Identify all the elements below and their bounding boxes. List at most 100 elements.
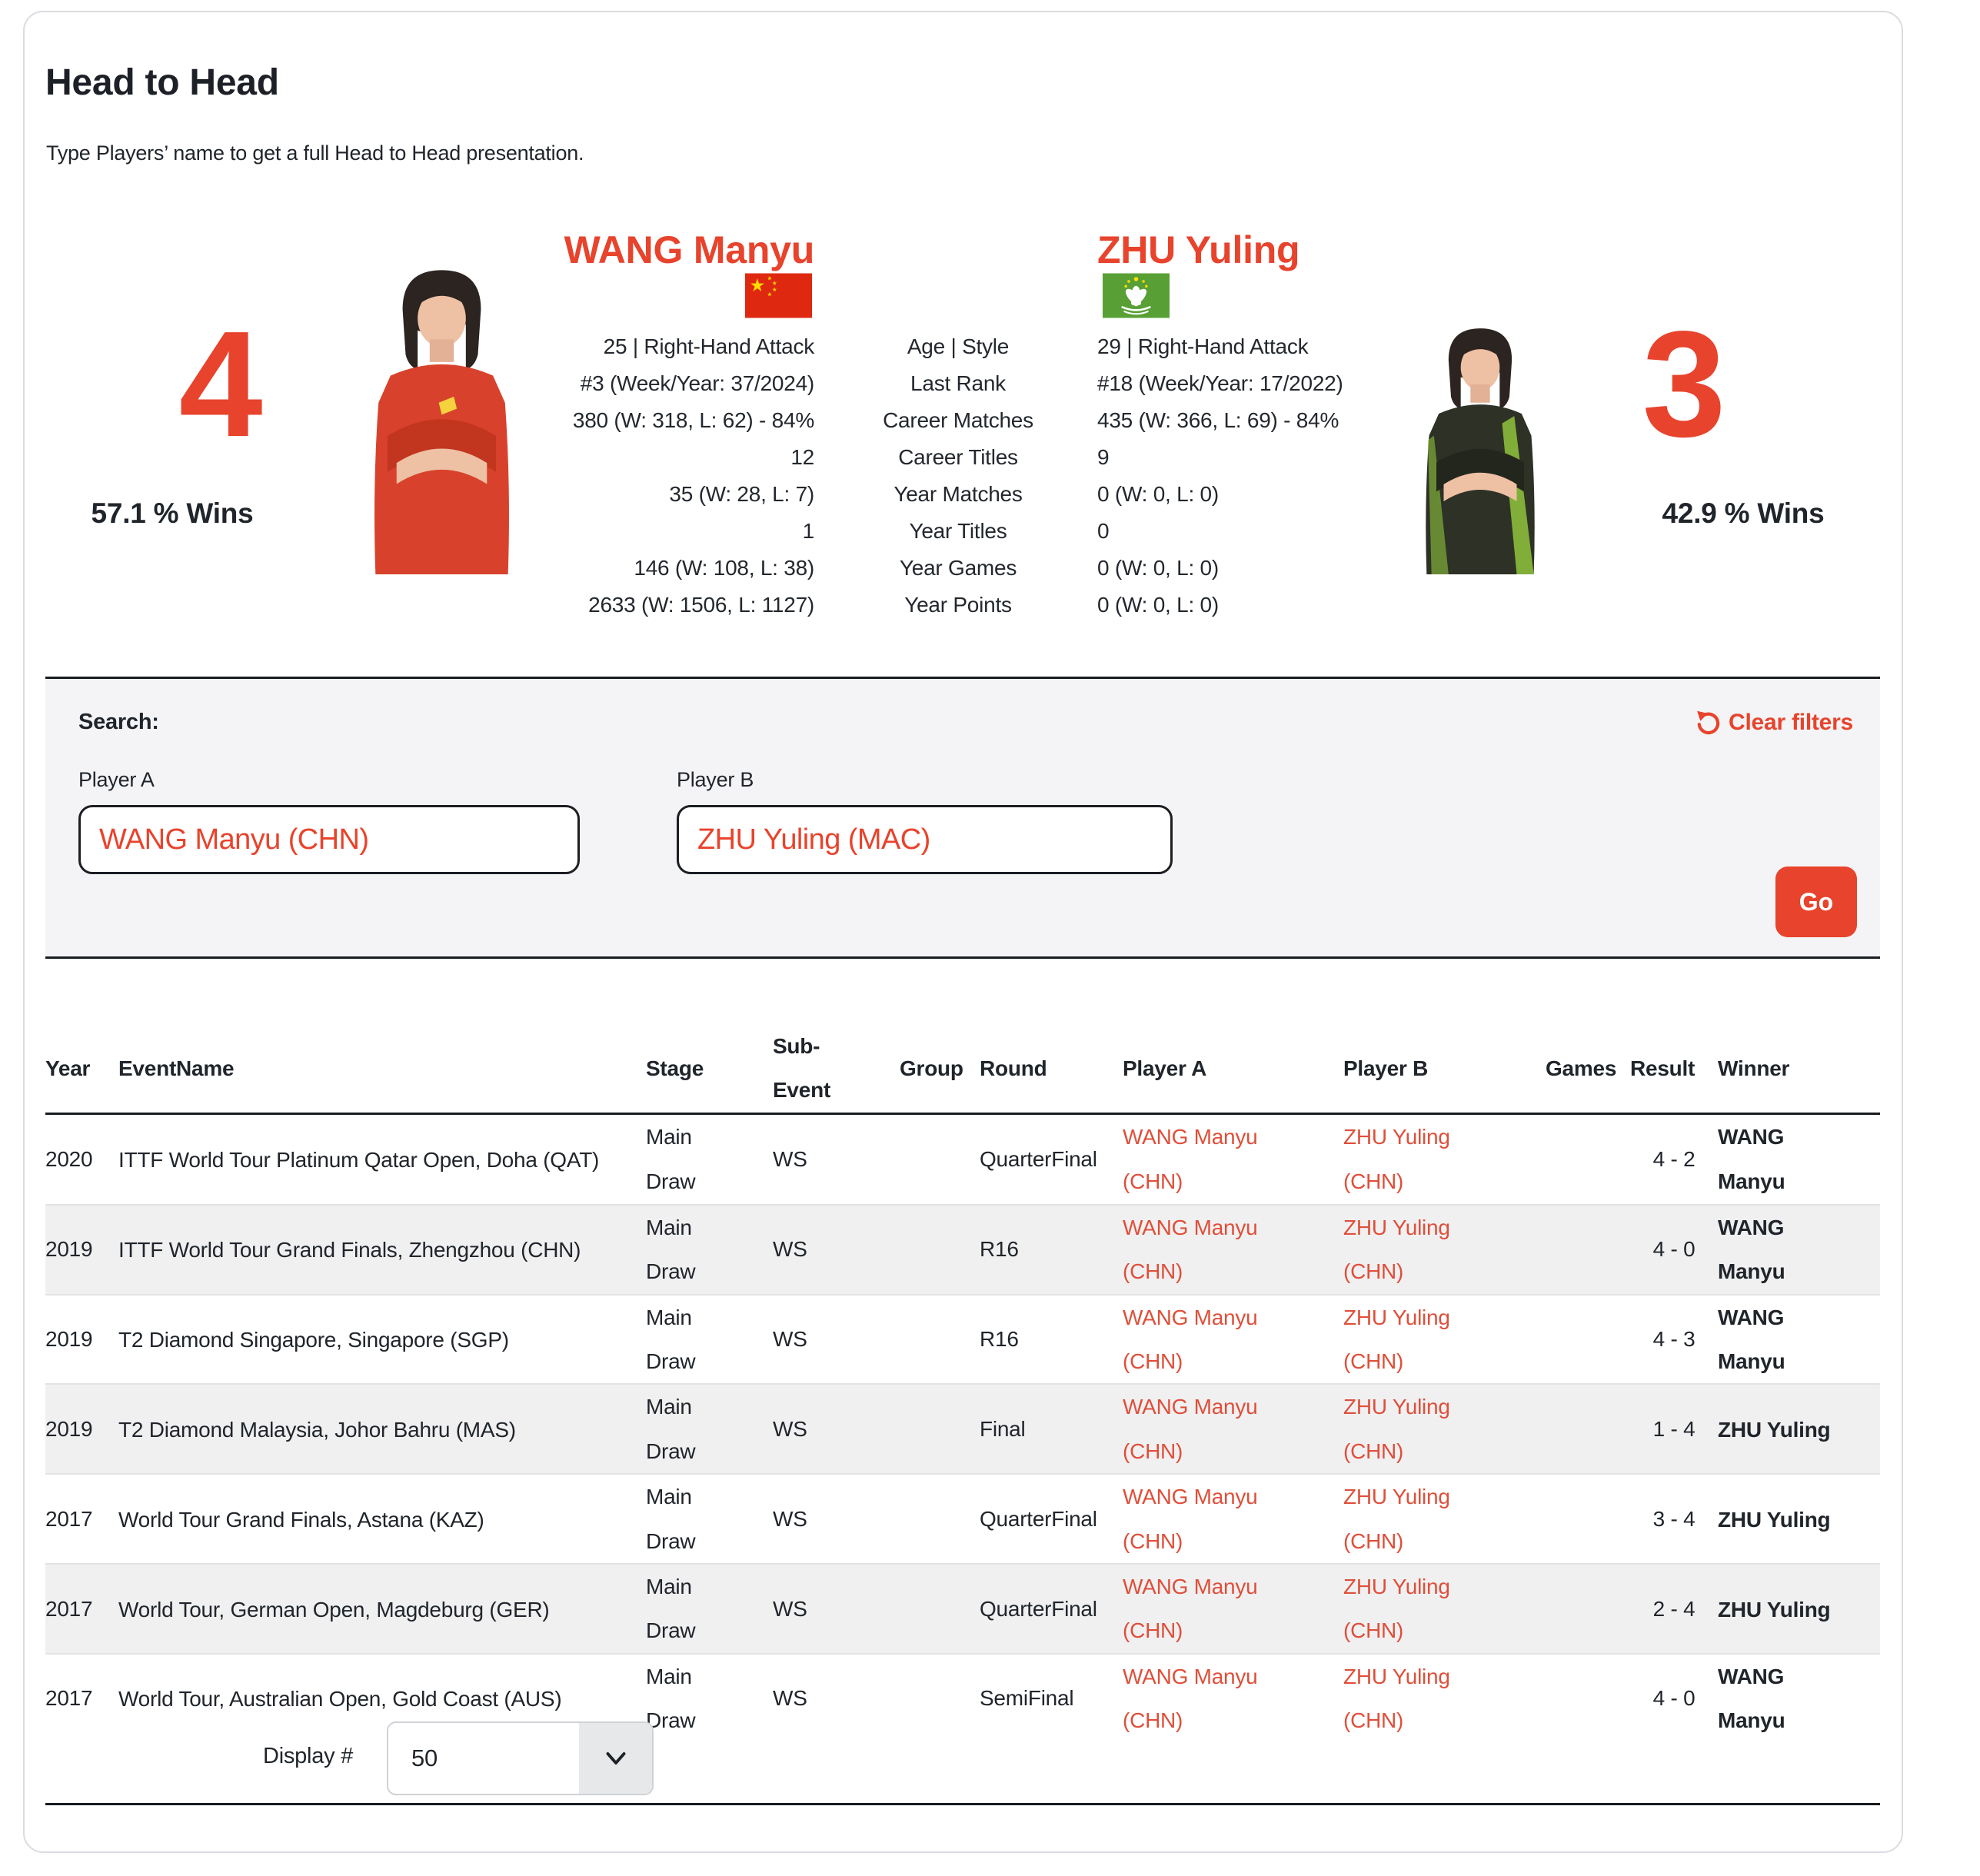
cell-round: QuarterFinal [980, 1137, 1123, 1181]
cell-winner: ZHU Yuling [1718, 1588, 1830, 1632]
col-header-games: Games [1546, 1046, 1630, 1090]
player-b-win-pct: 42.9 % Wins [1616, 497, 1870, 530]
player-b-stats: 29 | Right-Hand Attack #18 (Week/Year: 1… [1097, 328, 1451, 624]
cell-sub-event: WS [773, 1317, 900, 1361]
cell-sub-event: WS [773, 1227, 900, 1271]
player-a-link[interactable]: WANG Manyu (CHN) [1123, 1115, 1269, 1203]
player-a-link[interactable]: WANG Manyu (CHN) [1123, 1206, 1269, 1294]
col-header-stage: Stage [646, 1046, 773, 1090]
col-header-sub-event: Sub-Event [773, 1024, 830, 1113]
cell-result: 4 - 2 [1630, 1137, 1718, 1181]
table-header-row: Year EventName Stage Sub-Event Group Rou… [45, 1024, 1880, 1115]
cell-result: 4 - 0 [1630, 1676, 1718, 1720]
cell-stage: Main Draw [646, 1385, 712, 1473]
cell-stage: Main Draw [646, 1115, 712, 1203]
cell-result: 3 - 4 [1630, 1497, 1718, 1541]
china-flag-icon [745, 273, 812, 318]
table-bottom-rule [45, 1803, 1880, 1805]
player-b-link[interactable]: ZHU Yuling (CHN) [1343, 1115, 1489, 1203]
cell-stage: Main Draw [646, 1296, 712, 1384]
table-row: 2017 World Tour Grand Finals, Astana (KA… [45, 1473, 1880, 1563]
player-a-name: WANG Manyu [463, 231, 814, 269]
comparison-stat-labels: Age | Style Last Rank Career Matches Car… [870, 328, 1046, 624]
cell-round: R16 [980, 1227, 1123, 1271]
player-a-link[interactable]: WANG Manyu (CHN) [1123, 1475, 1269, 1563]
col-header-eventname: EventName [118, 1046, 646, 1090]
cell-winner: WANG Manyu [1718, 1115, 1847, 1203]
chevron-down-icon [579, 1723, 652, 1794]
cell-round: Final [980, 1407, 1123, 1451]
player-a-link[interactable]: WANG Manyu (CHN) [1123, 1565, 1269, 1653]
col-header-round: Round [980, 1046, 1123, 1090]
player-b-link[interactable]: ZHU Yuling (CHN) [1343, 1206, 1489, 1294]
display-count-select[interactable]: 50 [387, 1721, 654, 1795]
player-b-search-input[interactable] [677, 805, 1173, 874]
cell-round: R16 [980, 1317, 1123, 1361]
player-b-photo [1407, 280, 1553, 574]
cell-year: 2019 [45, 1317, 118, 1361]
player-b-link[interactable]: ZHU Yuling (CHN) [1343, 1296, 1489, 1384]
cell-round: QuarterFinal [980, 1497, 1123, 1541]
col-header-result: Result [1630, 1046, 1718, 1090]
cell-eventname: ITTF World Tour Grand Finals, Zhengzhou … [118, 1228, 581, 1272]
cell-eventname: World Tour, Australian Open, Gold Coast … [118, 1677, 561, 1721]
player-b-link[interactable]: ZHU Yuling (CHN) [1343, 1565, 1489, 1653]
cell-year: 2019 [45, 1407, 118, 1451]
cell-stage: Main Draw [646, 1206, 712, 1294]
player-a-input-label: Player A [78, 768, 155, 792]
cell-eventname: ITTF World Tour Platinum Qatar Open, Doh… [118, 1138, 599, 1182]
player-b-name: ZHU Yuling [1097, 231, 1451, 269]
cell-sub-event: WS [773, 1676, 900, 1720]
cell-year: 2017 [45, 1497, 118, 1541]
player-a-search-input[interactable] [78, 805, 580, 874]
table-row: 2017 World Tour, German Open, Magdeburg … [45, 1563, 1880, 1653]
cell-year: 2017 [45, 1587, 118, 1631]
player-a-h2h-wins: 4 [121, 309, 321, 460]
search-panel: Search: Clear filters Player A Player B … [45, 677, 1880, 959]
cell-eventname: T2 Diamond Singapore, Singapore (SGP) [118, 1318, 509, 1362]
player-b-link[interactable]: ZHU Yuling (CHN) [1343, 1385, 1489, 1473]
player-b-input-label: Player B [677, 768, 754, 792]
player-a-win-pct: 57.1 % Wins [45, 497, 299, 530]
cell-winner: WANG Manyu [1718, 1655, 1847, 1743]
page-subtitle: Type Players’ name to get a full Head to… [46, 141, 584, 165]
cell-winner: WANG Manyu [1718, 1206, 1847, 1294]
cell-year: 2017 [45, 1676, 118, 1720]
cell-round: QuarterFinal [980, 1587, 1123, 1631]
cell-sub-event: WS [773, 1137, 900, 1181]
player-a-link[interactable]: WANG Manyu (CHN) [1123, 1385, 1269, 1473]
player-b-link[interactable]: ZHU Yuling (CHN) [1343, 1475, 1489, 1563]
table-row: 2019 T2 Diamond Singapore, Singapore (SG… [45, 1294, 1880, 1384]
col-header-winner: Winner [1718, 1046, 1880, 1090]
clear-filters-label: Clear filters [1729, 710, 1853, 736]
search-label: Search: [78, 710, 159, 735]
go-button[interactable]: Go [1775, 866, 1857, 937]
player-b-link[interactable]: ZHU Yuling (CHN) [1343, 1655, 1489, 1743]
cell-result: 4 - 3 [1630, 1317, 1718, 1361]
table-row: 2020 ITTF World Tour Platinum Qatar Open… [45, 1115, 1880, 1204]
player-a-link[interactable]: WANG Manyu (CHN) [1123, 1655, 1269, 1743]
col-header-group: Group [900, 1046, 980, 1090]
cell-stage: Main Draw [646, 1475, 712, 1563]
table-row: 2019 ITTF World Tour Grand Finals, Zheng… [45, 1204, 1880, 1294]
page-title: Head to Head [45, 62, 279, 104]
player-a-link[interactable]: WANG Manyu (CHN) [1123, 1296, 1269, 1384]
cell-year: 2019 [45, 1227, 118, 1271]
cell-result: 4 - 0 [1630, 1227, 1718, 1271]
cell-result: 1 - 4 [1630, 1407, 1718, 1451]
cell-stage: Main Draw [646, 1655, 712, 1743]
cell-round: SemiFinal [980, 1676, 1123, 1720]
cell-sub-event: WS [773, 1407, 900, 1451]
table-row: 2017 World Tour, Australian Open, Gold C… [45, 1653, 1880, 1743]
results-table: Year EventName Stage Sub-Event Group Rou… [45, 1024, 1880, 1742]
col-header-player-b: Player B [1343, 1046, 1546, 1090]
cell-sub-event: WS [773, 1587, 900, 1631]
cell-eventname: T2 Diamond Malaysia, Johor Bahru (MAS) [118, 1408, 516, 1452]
display-count-value: 50 [388, 1745, 579, 1772]
display-count-label: Display # [263, 1744, 353, 1769]
undo-icon [1695, 710, 1721, 736]
cell-year: 2020 [45, 1137, 118, 1181]
cell-winner: ZHU Yuling [1718, 1498, 1830, 1542]
clear-filters-link[interactable]: Clear filters [1695, 710, 1853, 736]
macau-flag-icon [1103, 273, 1170, 318]
